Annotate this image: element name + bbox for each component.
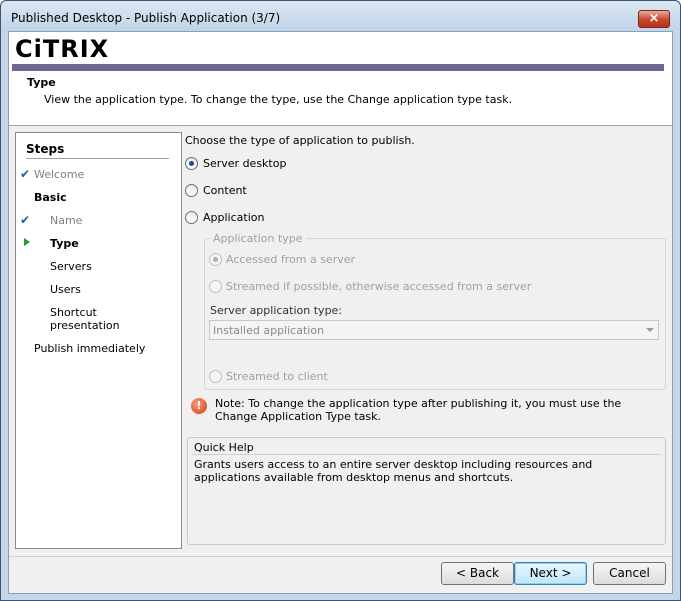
citrix-logo: CiTRIX (15, 35, 110, 63)
steps-title: Steps (26, 142, 65, 156)
server-application-type-value: Installed application (213, 324, 325, 337)
page-description: View the application type. To change the… (44, 93, 513, 106)
chevron-down-icon (646, 328, 654, 332)
application-type-legend: Application type (210, 232, 306, 245)
radio-content-label[interactable]: Content (203, 184, 247, 197)
radio-application[interactable] (185, 211, 198, 224)
radio-streamed-fallback[interactable] (209, 280, 222, 293)
warning-icon: ! (191, 398, 207, 414)
steps-panel: Steps ✔ Welcome Basic ✔ Name Type Server… (15, 132, 182, 549)
step-name[interactable]: Name (50, 214, 82, 227)
radio-accessed-from-server-label[interactable]: Accessed from a server (226, 253, 355, 266)
next-button[interactable]: Next > (514, 562, 587, 585)
window-title: Published Desktop - Publish Application … (11, 11, 281, 25)
radio-application-label[interactable]: Application (203, 211, 264, 224)
wizard-header: CiTRIX Type View the application type. T… (9, 32, 672, 126)
header-accent-bar (12, 64, 664, 71)
radio-server-desktop-label[interactable]: Server desktop (203, 157, 286, 170)
close-button[interactable]: × (638, 10, 670, 28)
step-servers[interactable]: Servers (50, 260, 92, 273)
server-application-type-label: Server application type: (210, 304, 343, 317)
step-welcome[interactable]: Welcome (34, 168, 84, 181)
page-title: Type (27, 76, 56, 89)
step-publish-immediately[interactable]: Publish immediately (34, 342, 145, 355)
step-section-basic: Basic (34, 191, 67, 204)
step-type[interactable]: Type (50, 237, 79, 250)
quick-help-panel: Quick Help Grants users access to an ent… (187, 437, 666, 545)
check-icon: ✔ (20, 213, 31, 227)
radio-streamed-to-client-label[interactable]: Streamed to client (226, 370, 328, 383)
step-shortcut-presentation[interactable]: Shortcut presentation (50, 306, 130, 332)
check-icon: ✔ (20, 167, 31, 181)
wizard-client-area: CiTRIX Type View the application type. T… (8, 31, 673, 594)
radio-accessed-from-server[interactable] (209, 253, 222, 266)
radio-streamed-to-client[interactable] (209, 370, 222, 383)
steps-divider (26, 158, 169, 159)
choose-type-prompt: Choose the type of application to publis… (185, 134, 415, 147)
step-users[interactable]: Users (50, 283, 81, 296)
radio-server-desktop[interactable] (185, 157, 198, 170)
close-icon: × (648, 11, 660, 26)
quick-help-text: Grants users access to an entire server … (194, 458, 593, 484)
radio-content[interactable] (185, 184, 198, 197)
server-application-type-select[interactable]: Installed application (209, 320, 659, 340)
radio-streamed-fallback-label[interactable]: Streamed if possible, otherwise accessed… (226, 280, 531, 293)
button-divider (9, 556, 672, 557)
cancel-button[interactable]: Cancel (593, 562, 666, 585)
quick-help-divider (192, 454, 661, 455)
title-bar: Published Desktop - Publish Application … (1, 1, 680, 31)
back-button[interactable]: < Back (441, 562, 514, 585)
quick-help-title: Quick Help (194, 441, 254, 454)
change-type-note: Note: To change the application type aft… (215, 397, 622, 423)
publish-application-window: Published Desktop - Publish Application … (0, 0, 681, 601)
current-step-arrow-icon (24, 238, 30, 246)
